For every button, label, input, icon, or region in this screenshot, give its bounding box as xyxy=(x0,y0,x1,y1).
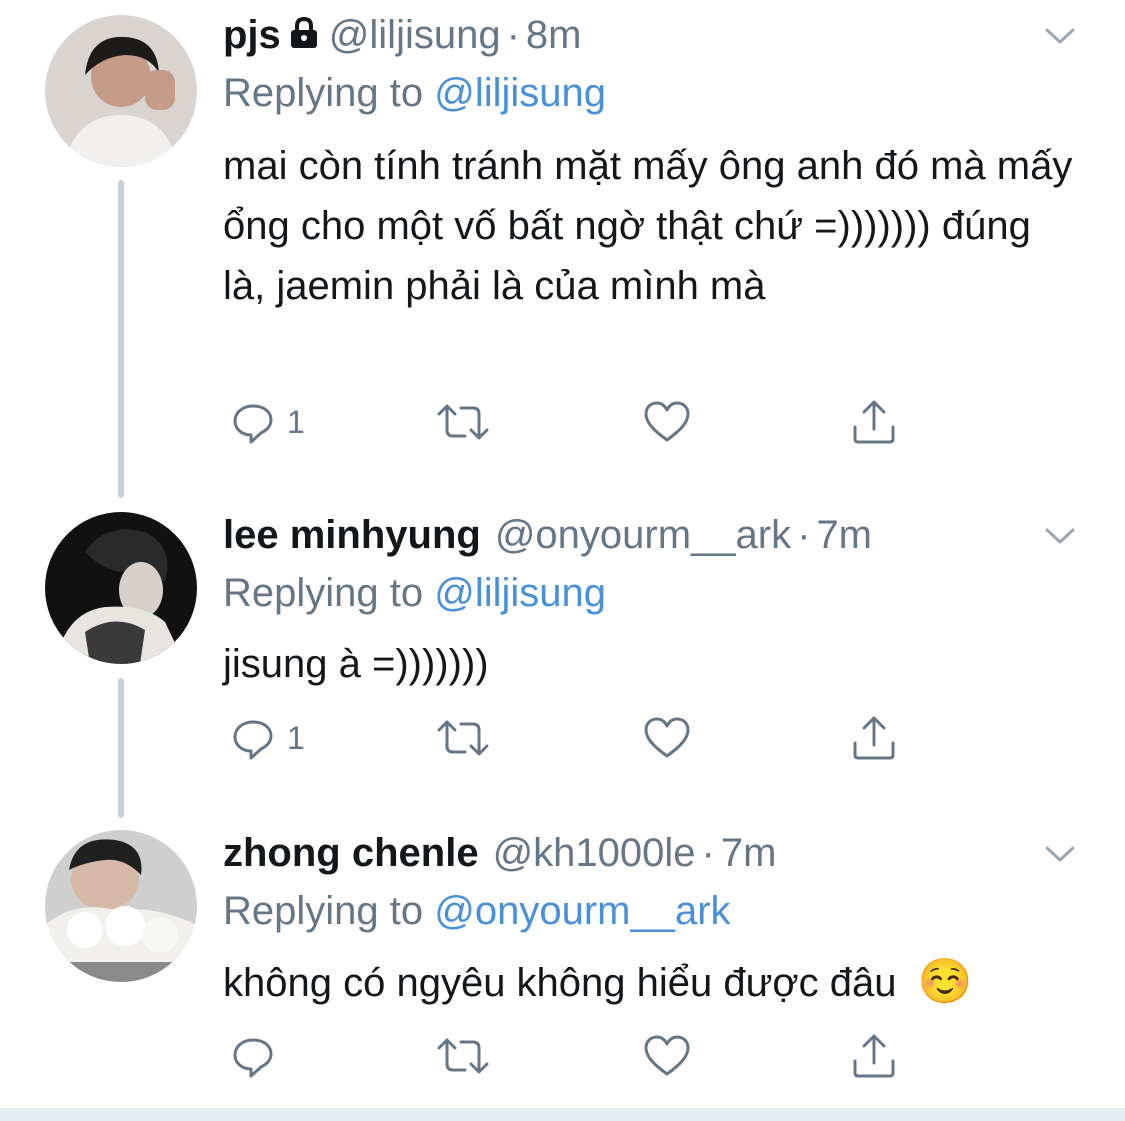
handle[interactable]: @kh1000le xyxy=(493,831,696,875)
like-button[interactable] xyxy=(643,397,691,447)
tweet[interactable]: pjs @liljisung · 8m Replying to @liljisung … xyxy=(0,0,1125,490)
replying-to: Replying to @liljisung xyxy=(223,568,606,618)
smiling-face-emoji: ☺️ xyxy=(917,957,973,1006)
reply-button[interactable]: 1 xyxy=(231,397,305,447)
like-icon xyxy=(644,1035,690,1076)
avatar[interactable] xyxy=(45,512,197,664)
share-icon xyxy=(853,716,895,760)
replying-prefix: Replying to xyxy=(223,571,435,615)
handle[interactable]: @onyourm__ark xyxy=(495,513,791,557)
reply-count: 1 xyxy=(287,719,305,756)
like-icon xyxy=(644,401,690,442)
avatar-image xyxy=(45,512,197,664)
replying-to: Replying to @liljisung xyxy=(223,68,606,118)
tweet-header: lee minhyung @onyourm__ark · 7m xyxy=(223,510,872,560)
avatar[interactable] xyxy=(45,15,197,167)
reply-count: 1 xyxy=(287,403,305,440)
display-name[interactable]: pjs xyxy=(223,13,281,57)
retweet-button[interactable] xyxy=(435,397,491,447)
tweet-actions: 1 xyxy=(223,397,923,447)
separator-dot: · xyxy=(506,13,520,57)
avatar-image xyxy=(45,830,197,982)
like-icon xyxy=(644,717,690,758)
reply-icon xyxy=(233,720,273,760)
tweet-actions: 1 xyxy=(223,713,923,763)
replying-to-link[interactable]: @liljisung xyxy=(434,71,606,115)
tweet-text-row: không có ngyêu không hiểu được đâu ☺️ xyxy=(223,952,1083,1013)
retweet-button[interactable] xyxy=(435,713,491,763)
replying-to-link[interactable]: @liljisung xyxy=(434,571,606,615)
share-button[interactable] xyxy=(851,713,897,763)
timestamp[interactable]: 8m xyxy=(526,13,582,57)
caret-down-icon[interactable] xyxy=(1045,526,1075,546)
share-button[interactable] xyxy=(851,397,897,447)
like-button[interactable] xyxy=(643,713,691,763)
share-icon xyxy=(853,1034,895,1078)
display-name[interactable]: zhong chenle xyxy=(223,831,479,875)
timestamp[interactable]: 7m xyxy=(816,513,872,557)
tweet-header: pjs @liljisung · 8m xyxy=(223,10,581,60)
retweet-button[interactable] xyxy=(435,1031,491,1081)
replying-to-link[interactable]: @onyourm__ark xyxy=(434,889,730,933)
replying-prefix: Replying to xyxy=(223,889,435,933)
lock-icon xyxy=(287,12,321,62)
tweet-text: mai còn tính tránh mặt mấy ông anh đó mà… xyxy=(223,144,1073,308)
handle[interactable]: @liljisung xyxy=(329,13,501,57)
avatar-image xyxy=(45,15,197,167)
reply-icon xyxy=(233,1038,273,1078)
separator-dot: · xyxy=(797,513,811,557)
share-button[interactable] xyxy=(851,1031,897,1081)
reply-button[interactable] xyxy=(231,1031,287,1081)
caret-down-icon[interactable] xyxy=(1045,844,1075,864)
separator-dot: · xyxy=(701,831,715,875)
bottom-divider xyxy=(0,1108,1125,1121)
tweet[interactable]: zhong chenle @kh1000le · 7m Replying to @on… xyxy=(0,818,1125,1108)
like-button[interactable] xyxy=(643,1031,691,1081)
retweet-icon xyxy=(437,404,489,440)
tweet-text: jisung à =))))))) xyxy=(223,642,489,686)
tweet-actions xyxy=(223,1031,923,1081)
tweet-text: không có ngyêu không hiểu được đâu xyxy=(223,961,897,1005)
tweet[interactable]: lee minhyung @onyourm__ark · 7m Replying to… xyxy=(0,500,1125,800)
replying-prefix: Replying to xyxy=(223,71,435,115)
retweet-icon xyxy=(437,720,489,756)
avatar[interactable] xyxy=(45,830,197,982)
reply-icon xyxy=(233,404,273,444)
retweet-icon xyxy=(437,1038,489,1074)
replying-to: Replying to @onyourm__ark xyxy=(223,886,731,936)
caret-down-icon[interactable] xyxy=(1045,26,1075,46)
share-icon xyxy=(853,400,895,444)
display-name[interactable]: lee minhyung xyxy=(223,513,481,557)
timestamp[interactable]: 7m xyxy=(721,831,777,875)
reply-button[interactable]: 1 xyxy=(231,713,305,763)
tweet-header: zhong chenle @kh1000le · 7m xyxy=(223,828,776,878)
